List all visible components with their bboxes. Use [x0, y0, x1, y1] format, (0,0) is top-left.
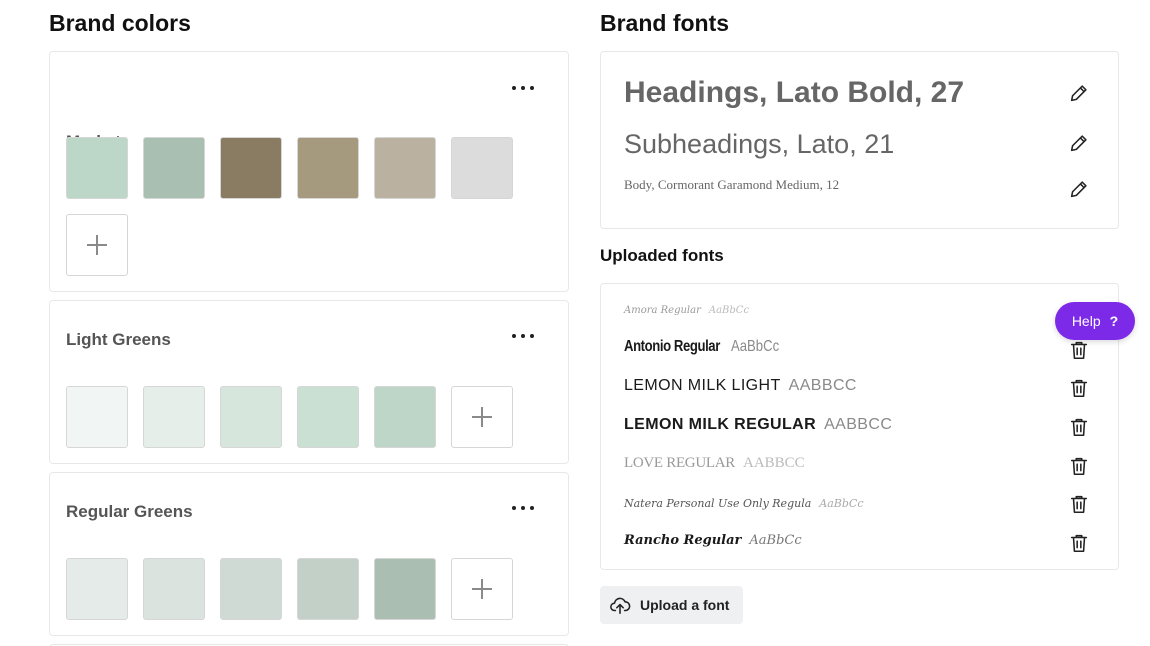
- color-swatch[interactable]: [451, 137, 513, 199]
- color-swatch[interactable]: [66, 137, 128, 199]
- font-sample: AaBbCc: [819, 497, 864, 510]
- trash-icon[interactable]: [1068, 339, 1090, 361]
- more-options-icon[interactable]: [512, 83, 534, 93]
- uploaded-font-item[interactable]: Natera Personal Use Only Regula AaBbCc: [624, 497, 864, 510]
- swatch-list: [66, 137, 546, 276]
- trash-icon[interactable]: [1068, 455, 1090, 477]
- swatch-list: [66, 558, 546, 620]
- color-swatch[interactable]: [374, 137, 436, 199]
- upload-font-label: Upload a font: [640, 597, 730, 613]
- color-swatch[interactable]: [297, 386, 359, 448]
- color-swatch[interactable]: [220, 137, 282, 199]
- pencil-icon[interactable]: [1068, 132, 1090, 154]
- color-swatch[interactable]: [297, 558, 359, 620]
- question-mark-icon: ?: [1109, 313, 1119, 329]
- font-name: Natera Personal Use Only Regula: [624, 497, 812, 510]
- trash-icon[interactable]: [1068, 532, 1090, 554]
- color-swatch[interactable]: [66, 386, 128, 448]
- font-sample: AABBCC: [742, 455, 805, 471]
- font-name: Antonio Regular: [624, 338, 720, 355]
- uploaded-font-item[interactable]: LEMON MILK LIGHT AABBCC: [624, 377, 857, 395]
- subheading-font[interactable]: Subheadings, Lato, 21: [624, 129, 894, 160]
- color-swatch[interactable]: [143, 558, 205, 620]
- heading-font[interactable]: Headings, Lato Bold, 27: [624, 76, 964, 110]
- add-color-button[interactable]: [66, 214, 128, 276]
- color-swatch[interactable]: [297, 137, 359, 199]
- add-color-button[interactable]: [451, 386, 513, 448]
- more-options-icon[interactable]: [512, 503, 534, 513]
- cloud-upload-icon: [610, 597, 631, 615]
- upload-font-button[interactable]: Upload a font: [600, 586, 743, 624]
- color-swatch[interactable]: [220, 558, 282, 620]
- palette-market: Market: [49, 51, 569, 292]
- trash-icon[interactable]: [1068, 377, 1090, 399]
- font-name: Rancho Regular: [624, 533, 742, 548]
- color-swatch[interactable]: [374, 386, 436, 448]
- uploaded-fonts-title: Uploaded fonts: [600, 246, 724, 265]
- font-name: LEMON MILK LIGHT: [624, 377, 781, 394]
- color-swatch[interactable]: [143, 386, 205, 448]
- uploaded-font-item[interactable]: Amora Regular AaBbCc: [624, 305, 749, 316]
- font-name: Amora Regular: [624, 305, 701, 316]
- pencil-icon[interactable]: [1068, 82, 1090, 104]
- palette-name: Light Greens: [66, 330, 171, 349]
- uploaded-font-item[interactable]: LOVE REGULAR AABBCC: [624, 455, 805, 472]
- add-color-button[interactable]: [451, 558, 513, 620]
- palette-regular-greens: Regular Greens: [49, 472, 569, 636]
- trash-icon[interactable]: [1068, 493, 1090, 515]
- uploaded-font-item[interactable]: Rancho Regular AaBbCc: [624, 533, 802, 548]
- brand-colors-title: Brand colors: [49, 10, 191, 36]
- swatch-list: [66, 386, 546, 448]
- palette-name: Regular Greens: [66, 502, 193, 521]
- more-options-icon[interactable]: [512, 331, 534, 341]
- uploaded-fonts-list: Amora Regular AaBbCc Antonio Regular AaB…: [600, 283, 1119, 570]
- help-label: Help: [1071, 313, 1101, 329]
- color-swatch[interactable]: [66, 558, 128, 620]
- color-swatch[interactable]: [220, 386, 282, 448]
- font-sample: AaBbCc: [708, 305, 750, 316]
- font-sample: AaBbCc: [730, 338, 780, 355]
- brand-fonts-title: Brand fonts: [600, 10, 730, 36]
- font-sample: AaBbCc: [749, 533, 802, 548]
- font-sample: AABBCC: [824, 416, 893, 433]
- uploaded-font-item[interactable]: LEMON MILK REGULAR AABBCC: [624, 416, 892, 434]
- font-name: LEMON MILK REGULAR: [624, 416, 817, 433]
- help-button[interactable]: Help ?: [1055, 302, 1135, 340]
- color-swatch[interactable]: [143, 137, 205, 199]
- brand-fonts-card: Headings, Lato Bold, 27 Subheadings, Lat…: [600, 51, 1119, 229]
- palette-light-greens: Light Greens: [49, 300, 569, 464]
- font-name: LOVE REGULAR: [624, 455, 735, 471]
- uploaded-font-item[interactable]: Antonio Regular AaBbCc: [624, 338, 790, 356]
- body-font[interactable]: Body, Cormorant Garamond Medium, 12: [624, 177, 839, 193]
- pencil-icon[interactable]: [1068, 178, 1090, 200]
- color-swatch[interactable]: [374, 558, 436, 620]
- font-sample: AABBCC: [788, 377, 857, 394]
- trash-icon[interactable]: [1068, 416, 1090, 438]
